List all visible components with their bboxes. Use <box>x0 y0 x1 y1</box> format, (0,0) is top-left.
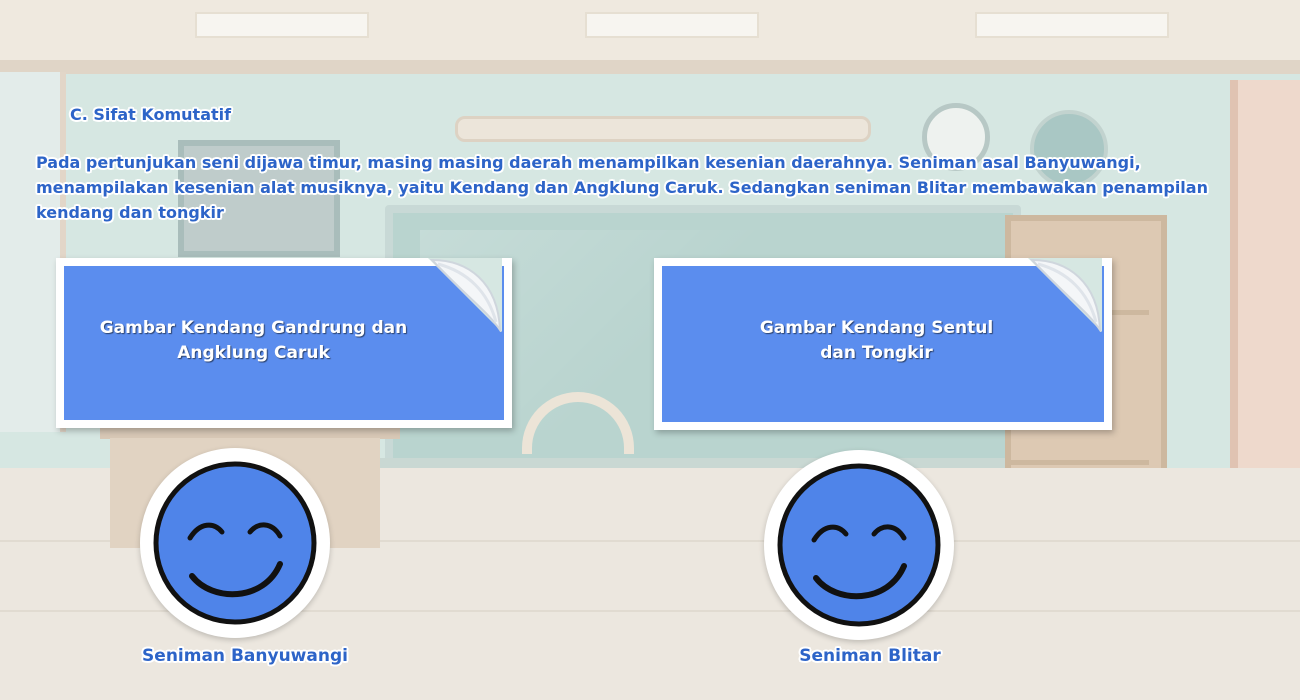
card-banyuwangi[interactable]: Gambar Kendang Gandrung dan Angklung Car… <box>56 258 512 428</box>
shelf-board <box>1011 460 1149 465</box>
page-curl-icon <box>1028 258 1102 332</box>
smiley-face-icon <box>777 463 941 627</box>
card-label-line2: dan Tongkir <box>820 343 933 363</box>
wall-stripe <box>0 60 1300 74</box>
card-label: Gambar Kendang Gandrung dan Angklung Car… <box>56 316 451 366</box>
character-banyuwangi[interactable] <box>140 448 330 638</box>
card-label-line2: Angklung Caruk <box>177 343 330 363</box>
card-label-line1: Gambar Kendang Gandrung dan <box>99 318 408 338</box>
ceiling-light <box>195 12 369 38</box>
question-text: Pada pertunjukan seni dijawa timur, masi… <box>36 153 1208 222</box>
projector-screen-roll <box>455 116 871 142</box>
ceiling-light <box>585 12 759 38</box>
card-blitar[interactable]: Gambar Kendang Sentul dan Tongkir <box>654 258 1112 430</box>
ceiling-light <box>975 12 1169 38</box>
smiley-face-icon <box>153 461 317 625</box>
character-blitar[interactable] <box>764 450 954 640</box>
character-label-blitar: Seniman Blitar <box>799 646 941 666</box>
page-curl-icon <box>428 258 502 332</box>
section-title: C. Sifat Komutatif <box>70 105 232 124</box>
character-label-banyuwangi: Seniman Banyuwangi <box>142 646 348 666</box>
slide-stage: C. Sifat Komutatif Pada pertunjukan seni… <box>0 0 1300 700</box>
